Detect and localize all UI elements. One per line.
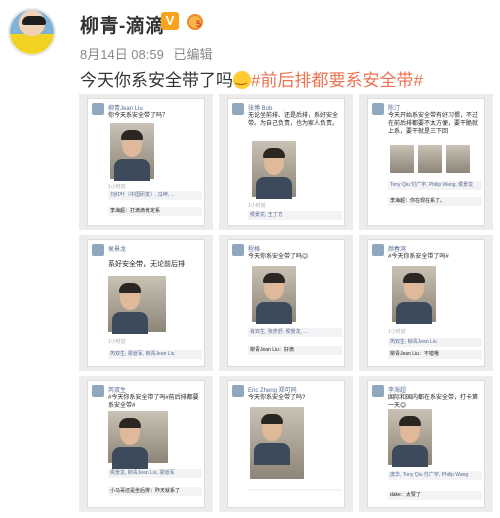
moment-comment: 李海超：打滴滴肯定系	[108, 207, 202, 216]
grid-image-3[interactable]: 陈汀 今天开始系安全带有好习惯，不过在前后排都要不太方便，要干脆就上系，要干就是…	[359, 94, 493, 230]
moment-comment: 李海超：你在现在系了。	[388, 197, 482, 206]
moment-photo	[252, 266, 296, 324]
moment-time: 1小时前	[108, 339, 126, 345]
moment-author: Eric Zheng 郑可同	[248, 388, 297, 394]
moment-photo	[108, 276, 166, 334]
medal-badge-icon: 5	[184, 11, 206, 31]
moment-text: 系好安全带，无论前后排	[108, 261, 185, 268]
grid-image-7[interactable]: 芮双生 #今天你系安全带了吗#前后排都要系安全带# 侯景龙, 柳青Jean Li…	[79, 376, 213, 512]
moment-photo	[108, 411, 168, 469]
moment-author: 程格	[248, 247, 261, 253]
moment-likes	[248, 489, 342, 491]
moment-author: 柳青Jean Liu	[108, 106, 143, 112]
post-text-main: 今天你系安全带了吗	[80, 71, 233, 90]
grid-image-1[interactable]: 柳青Jean Liu 你今天系安全带了吗？ 1小时前 刘红叶（中国研发）, 冯坤…	[79, 94, 213, 230]
moment-time: 1小时前	[248, 203, 266, 209]
grid-image-9[interactable]: 李海超 国际和国内都在系安全带，打卡第一天😊 庞华, Tony Qiu 付广宇,…	[359, 376, 493, 512]
moment-avatar	[232, 244, 244, 256]
post-date[interactable]: 8月14日 08:59	[80, 47, 164, 62]
moment-time: 1小时前	[388, 329, 406, 335]
moment-text: 无论坐前排、还是后排，系好安全带。为自己负责，也为家人负责。	[248, 113, 339, 127]
moment-comment: 小马哥还是坐后排：昨天就系了	[108, 487, 202, 496]
moment-avatar	[372, 385, 384, 397]
moment-likes: 侯景龙, 王丁方	[248, 211, 342, 220]
moment-likes: 侯景龙, 柳青Jean Liu, 梁道军	[108, 469, 202, 478]
grid-image-2[interactable]: 张博 Bob 无论坐前排、还是后排，系好安全带。为自己负责，也为家人负责。 1小…	[219, 94, 353, 230]
user-avatar[interactable]	[8, 8, 56, 56]
moment-photo	[418, 145, 442, 173]
moment-text: 你今天系安全带了吗？	[108, 113, 169, 119]
moment-text: 今天你系安全带了吗😊	[248, 254, 309, 260]
smile-emoji-icon	[233, 70, 251, 89]
moment-likes: 芮双生, 梁道军, 柳青Jean Liu	[108, 350, 202, 359]
moment-photo	[110, 123, 154, 181]
moment-likes: 芮双生, 柳青Jean Liu	[388, 338, 482, 347]
moment-likes: Tony Qiu 付广宇, Philip Wang, 侯景龙	[388, 181, 482, 190]
moment-author: 陈汀	[388, 106, 401, 112]
moment-avatar	[92, 244, 104, 256]
moment-likes: 肖双生, 张彦舒, 侯景龙, ...	[248, 328, 342, 337]
moment-photo	[446, 145, 470, 173]
verified-badge-icon: V	[161, 12, 179, 30]
moment-comment: 柳青Jean Liu：不错哦	[388, 350, 482, 359]
grid-image-6[interactable]: 颜春滨 #今天你系安全带了吗# 1小时前 芮双生, 柳青Jean Liu 柳青J…	[359, 235, 493, 371]
moment-photo	[252, 141, 296, 199]
moment-text: 今天开始系安全带有好习惯，不过在前后排都要不太方便，要干脆就上系，要干就是三下回	[388, 113, 479, 135]
moment-text: #今天你系安全带了吗#	[388, 254, 449, 260]
post-text: 今天你系安全带了吗 #前后排都要系安全带#	[80, 66, 423, 91]
hashtag-link[interactable]: #前后排都要系安全带#	[251, 71, 423, 90]
grid-image-5[interactable]: 程格 今天你系安全带了吗😊 肖双生, 张彦舒, 侯景龙, ... 柳青Jean …	[219, 235, 353, 371]
moment-likes: 刘红叶（中国研发）, 冯坤, ...	[108, 191, 202, 200]
grid-image-8[interactable]: Eric Zheng 郑可同 今天你系安全带了吗?	[219, 376, 353, 512]
moment-text: 今天你系安全带了吗?	[248, 395, 306, 401]
moment-likes: 庞华, Tony Qiu 付广宇, Philip Wang	[388, 471, 482, 480]
moment-author: 李海超	[388, 388, 407, 394]
moment-text: #今天你系安全带了吗#前后排都要系安全带#	[108, 395, 199, 409]
grid-image-4[interactable]: 侯景龙 系好安全带，无论前后排 1小时前 芮双生, 梁道军, 柳青Jean Li…	[79, 235, 213, 371]
image-grid: 柳青Jean Liu 你今天系安全带了吗？ 1小时前 刘红叶（中国研发）, 冯坤…	[79, 94, 493, 512]
moment-photo	[388, 409, 432, 467]
username[interactable]: 柳青-滴滴	[80, 11, 165, 38]
moment-avatar	[232, 103, 244, 115]
moment-photo	[390, 145, 414, 173]
moment-text: 国际和国内都在系安全带，打卡第一天😊	[388, 395, 479, 409]
moment-author: 侯景龙	[108, 247, 127, 253]
moment-avatar	[232, 385, 244, 397]
edited-label[interactable]: 已编辑	[173, 47, 212, 62]
moment-avatar	[92, 385, 104, 397]
moment-photo	[392, 266, 436, 324]
moment-comment: 柳青Jean Liu：好滴	[248, 346, 342, 355]
moment-author: 芮双生	[108, 388, 127, 394]
moment-avatar	[92, 103, 104, 115]
moment-avatar	[372, 103, 384, 115]
moment-author: 张博 Bob	[248, 106, 273, 112]
moment-avatar	[372, 244, 384, 256]
post-meta: 8月14日 08:59 已编辑	[80, 44, 218, 63]
moment-comment: dake：太赞了	[388, 491, 482, 500]
moment-author: 颜春滨	[388, 247, 407, 253]
moment-photo	[250, 407, 304, 479]
moment-time: 1小时前	[108, 184, 126, 190]
